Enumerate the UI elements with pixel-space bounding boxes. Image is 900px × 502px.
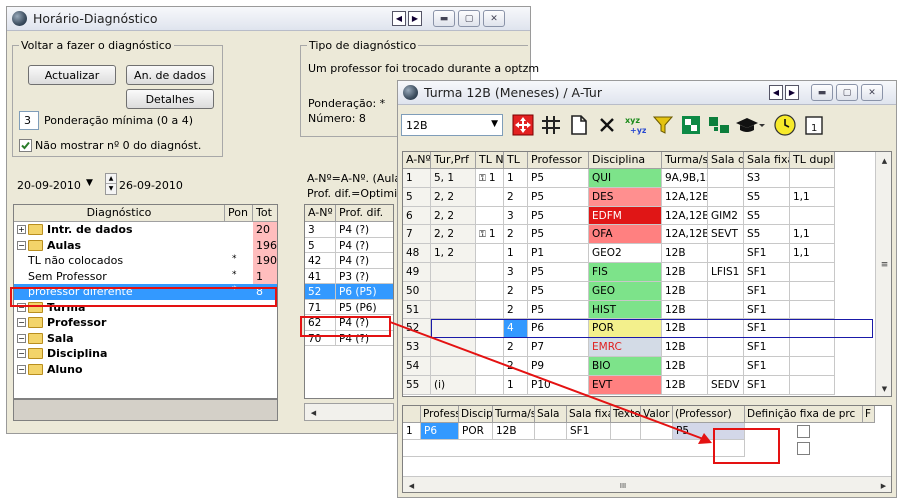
- arrow-line: [389, 321, 707, 441]
- annotation-arrows: [389, 321, 712, 444]
